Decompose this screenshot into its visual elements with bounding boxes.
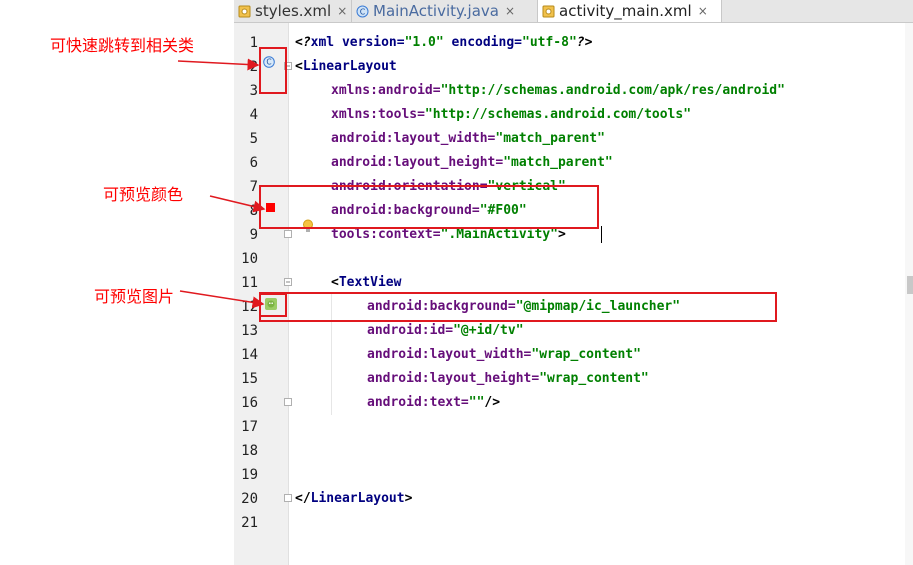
arrow-to-class-marker bbox=[177, 58, 260, 71]
annotation-arrows bbox=[177, 58, 266, 309]
arrow-to-color-swatch bbox=[209, 195, 266, 213]
arrow-to-image-preview bbox=[179, 290, 265, 309]
